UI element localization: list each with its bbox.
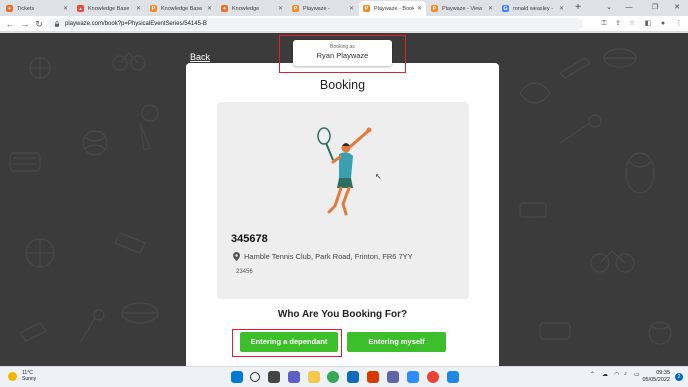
browser-tab-playwaze-booking[interactable]: P Playwaze - Booki ✕ bbox=[359, 1, 426, 16]
location-pin-icon bbox=[233, 252, 240, 261]
back-link[interactable]: Back bbox=[190, 52, 210, 62]
chrome-icon-2[interactable] bbox=[427, 371, 439, 383]
close-icon[interactable]: ✕ bbox=[63, 5, 68, 12]
file-explorer-icon[interactable] bbox=[308, 371, 320, 383]
windows-taskbar: 11°C Sunny ⌃ ☁ ◠ ♪ ▭ 09:35 05/05/2022 2 bbox=[0, 366, 688, 387]
back-arrow-icon[interactable]: ← bbox=[4, 18, 16, 30]
browser-tab-google-search[interactable]: G ronald weasley - ✕ bbox=[498, 1, 568, 16]
close-icon[interactable]: ✕ bbox=[417, 5, 422, 12]
outlook-icon[interactable] bbox=[347, 371, 359, 383]
tab-title: Knowledge Base bbox=[161, 5, 203, 12]
booking-card: Booking ↖ 345678 Hamble Tennis Club, Par… bbox=[186, 63, 499, 366]
clock-time: 09:35 bbox=[656, 370, 670, 376]
browser-tab-knowledge-base-2[interactable]: P Knowledge Base ✕ bbox=[146, 1, 216, 16]
browser-toolbar: ← → ↻ playwaze.com/book?p=PhysicalEventS… bbox=[0, 16, 688, 32]
chrome-icon[interactable] bbox=[327, 371, 339, 383]
close-icon[interactable]: ✕ bbox=[349, 5, 354, 12]
app-icon[interactable] bbox=[367, 371, 379, 383]
event-number: 345678 bbox=[231, 233, 268, 245]
tab-favicon-icon: G bbox=[502, 5, 509, 12]
tab-title: Playwaze - bbox=[303, 5, 330, 12]
url-text: playwaze.com/book?p=PhysicalEventSeries/… bbox=[65, 21, 207, 27]
volume-icon[interactable]: ♪ bbox=[624, 371, 627, 377]
sun-icon bbox=[8, 371, 17, 381]
who-are-you-booking-for-heading: Who Are You Booking For? bbox=[277, 309, 408, 320]
tab-favicon-icon: P bbox=[363, 5, 370, 12]
tab-title: Tickets bbox=[17, 5, 35, 12]
tray-chevron-icon[interactable]: ⌃ bbox=[590, 371, 595, 378]
maximize-icon[interactable]: ❐ bbox=[646, 0, 664, 16]
browser-tab-knowledge[interactable]: ✦ Knowledge ✕ bbox=[217, 1, 287, 16]
tab-title: Playwaze - Booki bbox=[374, 5, 414, 12]
zoom-icon[interactable] bbox=[407, 371, 419, 383]
close-icon[interactable]: ✕ bbox=[136, 5, 141, 12]
browser-tab-strip: ✦ Tickets ✕ ▴ Knowledge Base ✕ P Knowled… bbox=[0, 0, 688, 16]
weather-condition: Sunny bbox=[22, 376, 37, 382]
event-details-panel: ↖ 345678 Hamble Tennis Club, Park Road, … bbox=[217, 102, 469, 299]
reload-icon[interactable]: ↻ bbox=[33, 18, 45, 30]
tab-favicon-icon: P bbox=[150, 5, 157, 12]
mouse-cursor-icon: ↖ bbox=[375, 172, 382, 181]
clock-date: 05/05/2022 bbox=[642, 377, 670, 383]
menu-kebab-icon[interactable]: ⋮ bbox=[673, 18, 685, 30]
tab-title: ronald weasley - bbox=[513, 5, 554, 12]
entering-myself-button[interactable]: Entering myself bbox=[347, 332, 446, 352]
browser-tab-playwaze[interactable]: P Playwaze - ✕ bbox=[288, 1, 358, 16]
battery-icon[interactable]: ▭ bbox=[634, 371, 640, 378]
event-location-text: Hamble Tennis Club, Park Road, Frinton, … bbox=[244, 252, 413, 261]
tab-title: Playwaze - View bbox=[442, 5, 483, 12]
share-icon[interactable]: ⇪ bbox=[612, 18, 624, 30]
notification-badge[interactable]: 2 bbox=[675, 373, 683, 381]
close-icon[interactable]: ✕ bbox=[278, 5, 283, 12]
tab-title: Knowledge Base bbox=[88, 5, 130, 12]
todo-icon[interactable] bbox=[447, 371, 459, 383]
chat-icon[interactable] bbox=[288, 371, 300, 383]
tab-title: Knowledge bbox=[232, 5, 260, 12]
minimize-icon[interactable]: — bbox=[620, 0, 638, 16]
tab-favicon-icon: P bbox=[292, 5, 299, 12]
system-clock[interactable]: 09:35 05/05/2022 bbox=[642, 370, 670, 384]
card-title: Booking bbox=[319, 78, 366, 92]
new-tab-button[interactable]: + bbox=[572, 1, 584, 15]
browser-tab-knowledge-base[interactable]: ▴ Knowledge Base ✕ bbox=[73, 1, 145, 16]
event-code: 23456 bbox=[236, 269, 253, 275]
onedrive-icon[interactable]: ☁ bbox=[602, 371, 608, 378]
close-icon[interactable]: ✕ bbox=[207, 5, 212, 12]
extensions-icon[interactable]: ◧ bbox=[642, 18, 654, 30]
forward-arrow-icon[interactable]: → bbox=[19, 18, 31, 30]
profile-avatar-icon[interactable]: ● bbox=[657, 18, 669, 30]
address-bar[interactable]: playwaze.com/book?p=PhysicalEventSeries/… bbox=[48, 18, 583, 30]
tab-search-icon[interactable]: ⌄ bbox=[600, 0, 618, 16]
weather-widget[interactable]: 11°C Sunny bbox=[8, 370, 36, 382]
task-view-icon[interactable] bbox=[268, 371, 280, 383]
tennis-player-illustration bbox=[317, 127, 372, 216]
bookmark-star-icon[interactable]: ☆ bbox=[626, 18, 638, 30]
close-icon[interactable]: ✕ bbox=[488, 5, 493, 12]
tab-favicon-icon: ▴ bbox=[77, 5, 84, 12]
highlight-box-booking-as bbox=[279, 35, 406, 73]
tab-favicon-icon: ✦ bbox=[6, 5, 13, 12]
event-location: Hamble Tennis Club, Park Road, Frinton, … bbox=[233, 252, 413, 261]
highlight-box-dependant bbox=[232, 329, 342, 357]
window-close-icon[interactable]: ✕ bbox=[668, 0, 686, 16]
tab-favicon-icon: P bbox=[431, 5, 438, 12]
key-icon[interactable]: ⚿ bbox=[598, 18, 610, 30]
search-icon[interactable] bbox=[250, 372, 260, 382]
wifi-icon[interactable]: ◠ bbox=[614, 371, 619, 378]
windows-start-icon[interactable] bbox=[231, 371, 243, 383]
browser-tab-tickets[interactable]: ✦ Tickets ✕ bbox=[2, 1, 72, 16]
browser-tab-playwaze-view[interactable]: P Playwaze - View ✕ bbox=[427, 1, 497, 16]
close-icon[interactable]: ✕ bbox=[559, 5, 564, 12]
lock-icon bbox=[54, 21, 60, 27]
page-background: Booking ↖ 345678 Hamble Tennis Club, Par… bbox=[0, 33, 688, 366]
tab-favicon-icon: ✦ bbox=[221, 5, 228, 12]
teams-icon[interactable] bbox=[387, 371, 399, 383]
